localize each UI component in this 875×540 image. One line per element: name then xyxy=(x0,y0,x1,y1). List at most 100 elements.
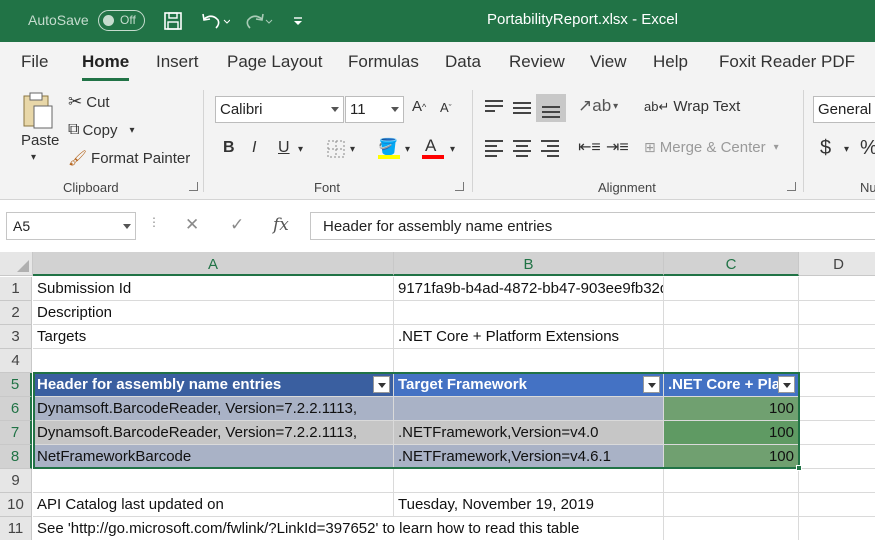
underline-dropdown-icon[interactable]: ▾ xyxy=(298,144,303,155)
align-middle-icon[interactable] xyxy=(513,100,531,116)
cell-b6[interactable] xyxy=(394,397,664,421)
cell-b7[interactable]: .NETFramework,Version=v4.0 xyxy=(394,421,664,445)
cell-d11[interactable] xyxy=(799,517,875,540)
font-color-button[interactable]: A xyxy=(425,136,436,156)
row-header-7[interactable]: 7 xyxy=(0,421,32,445)
align-center-icon[interactable] xyxy=(513,140,531,157)
format-painter-button[interactable]: 🖌 Format Painter xyxy=(68,149,190,168)
cell-c3[interactable] xyxy=(664,325,799,349)
cell-a4[interactable] xyxy=(33,349,394,373)
row-header-4[interactable]: 4 xyxy=(0,349,32,373)
row-header-10[interactable]: 10 xyxy=(0,493,32,517)
filter-dropdown-icon[interactable] xyxy=(373,376,390,393)
tab-help[interactable]: Help xyxy=(653,52,688,72)
cell-b2[interactable] xyxy=(394,301,664,325)
merge-center-button[interactable]: ⊞ Merge & Center ▾ xyxy=(644,139,779,156)
cell-c2[interactable] xyxy=(664,301,799,325)
decrease-indent-icon[interactable]: ⇤≡ xyxy=(578,137,601,157)
currency-button[interactable]: $ xyxy=(820,137,831,160)
cell-c10[interactable] xyxy=(664,493,799,517)
tab-home[interactable]: Home xyxy=(82,52,130,81)
increase-indent-icon[interactable]: ⇥≡ xyxy=(606,137,629,157)
font-color-dropdown-icon[interactable]: ▾ xyxy=(450,144,455,155)
tab-view[interactable]: View xyxy=(590,52,627,72)
select-all-corner[interactable] xyxy=(0,252,33,276)
wrap-text-button[interactable]: ab↵ Wrap Text xyxy=(644,98,740,115)
fill-dropdown-icon[interactable]: ▾ xyxy=(405,144,410,155)
increase-font-size-icon[interactable]: A ^ xyxy=(412,98,426,115)
cell-c1[interactable] xyxy=(664,277,799,301)
tab-page-layout[interactable]: Page Layout xyxy=(227,52,322,72)
cell-a9[interactable] xyxy=(33,469,394,493)
copy-button[interactable]: ⧉ Copy ▾ xyxy=(68,121,135,139)
clipboard-launcher-icon[interactable] xyxy=(189,182,198,191)
cell-c6[interactable]: 100 xyxy=(664,397,799,421)
cell-b10[interactable]: Tuesday, November 19, 2019 xyxy=(394,493,664,517)
font-name-select[interactable]: Calibri xyxy=(215,96,344,123)
fill-color-button[interactable]: 🪣 xyxy=(378,137,398,157)
enter-icon[interactable]: ✓ xyxy=(230,215,244,235)
cell-a11[interactable]: See 'http://go.microsoft.com/fwlink/?Lin… xyxy=(33,517,579,540)
row-header-5[interactable]: 5 xyxy=(0,373,32,397)
cell-b1[interactable]: 9171fa9b-b4ad-4872-bb47-903ee9fb32df xyxy=(394,277,664,301)
cell-b8[interactable]: .NETFramework,Version=v4.6.1 xyxy=(394,445,664,469)
row-header-6[interactable]: 6 xyxy=(0,397,32,421)
cell-d10[interactable] xyxy=(799,493,875,517)
cell-a6[interactable]: Dynamsoft.BarcodeReader, Version=7.2.2.1… xyxy=(33,397,394,421)
insert-function-button[interactable]: fx xyxy=(273,215,289,235)
paste-dropdown-icon[interactable]: ▾ xyxy=(31,152,36,163)
cell-d2[interactable] xyxy=(799,301,875,325)
cell-b3[interactable]: .NET Core + Platform Extensions xyxy=(394,325,664,349)
cell-d7[interactable] xyxy=(799,421,875,445)
cancel-icon[interactable]: ✕ xyxy=(185,215,199,235)
column-header-d[interactable]: D xyxy=(799,252,875,276)
cell-a2[interactable]: Description xyxy=(33,301,394,325)
tab-file[interactable]: File xyxy=(21,52,48,72)
cell-a3[interactable]: Targets xyxy=(33,325,394,349)
cell-d1[interactable] xyxy=(799,277,875,301)
filter-dropdown-icon[interactable] xyxy=(778,376,795,393)
cell-d6[interactable] xyxy=(799,397,875,421)
row-header-8[interactable]: 8 xyxy=(0,445,32,469)
alignment-launcher-icon[interactable] xyxy=(787,182,796,191)
cell-d8[interactable] xyxy=(799,445,875,469)
cell-c11[interactable] xyxy=(664,517,799,540)
tab-formulas[interactable]: Formulas xyxy=(348,52,419,72)
tab-insert[interactable]: Insert xyxy=(156,52,199,72)
row-header-11[interactable]: 11 xyxy=(0,517,32,540)
row-header-2[interactable]: 2 xyxy=(0,301,32,325)
font-launcher-icon[interactable] xyxy=(455,182,464,191)
tab-foxit-reader-pdf[interactable]: Foxit Reader PDF xyxy=(719,52,855,72)
cell-a10[interactable]: API Catalog last updated on xyxy=(33,493,394,517)
cell-b4[interactable] xyxy=(394,349,664,373)
row-header-3[interactable]: 3 xyxy=(0,325,32,349)
name-box[interactable]: A5 xyxy=(6,212,136,240)
column-header-c[interactable]: C xyxy=(664,252,799,276)
cell-c7[interactable]: 100 xyxy=(664,421,799,445)
cell-a7[interactable]: Dynamsoft.BarcodeReader, Version=7.2.2.1… xyxy=(33,421,394,445)
cut-button[interactable]: ✂ Cut xyxy=(68,92,110,112)
cell-d5[interactable] xyxy=(799,373,875,397)
row-header-9[interactable]: 9 xyxy=(0,469,32,493)
align-right-icon[interactable] xyxy=(541,140,559,157)
cell-d3[interactable] xyxy=(799,325,875,349)
column-header-a[interactable]: A xyxy=(33,252,394,276)
tab-review[interactable]: Review xyxy=(509,52,565,72)
tab-data[interactable]: Data xyxy=(445,52,481,72)
paste-icon[interactable] xyxy=(20,90,56,130)
font-size-select[interactable]: 11 xyxy=(345,96,404,123)
column-header-b[interactable]: B xyxy=(394,252,664,276)
align-bottom-button[interactable] xyxy=(536,94,566,122)
cell-b5[interactable]: Target Framework xyxy=(394,373,664,397)
align-left-icon[interactable] xyxy=(485,140,503,157)
align-top-icon[interactable] xyxy=(485,100,503,116)
currency-dropdown-icon[interactable]: ▾ xyxy=(844,144,849,155)
cell-d9[interactable] xyxy=(799,469,875,493)
paste-button[interactable]: Paste xyxy=(21,132,59,149)
cell-c5[interactable]: .NET Core + Pla xyxy=(664,373,799,397)
fill-handle[interactable] xyxy=(796,465,802,471)
underline-button[interactable]: U xyxy=(278,139,290,157)
row-header-1[interactable]: 1 xyxy=(0,277,32,301)
orientation-icon[interactable]: ↗ab ▾ xyxy=(578,96,618,116)
italic-button[interactable]: I xyxy=(252,139,256,157)
